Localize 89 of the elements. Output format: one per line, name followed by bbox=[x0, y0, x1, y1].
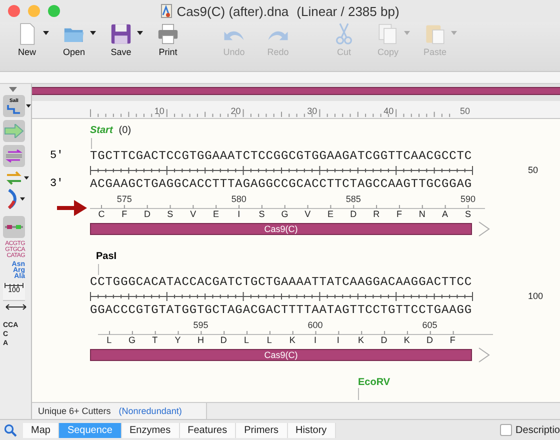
amino-acid: R bbox=[372, 209, 381, 220]
feature-bar[interactable]: Cas9(C) bbox=[90, 223, 472, 235]
amino-acid: I bbox=[312, 335, 318, 346]
double-arrow-icon[interactable] bbox=[5, 304, 27, 310]
view-tab[interactable]: Features bbox=[180, 422, 236, 438]
arc-icon[interactable] bbox=[5, 189, 19, 209]
feature-bar[interactable]: Cas9(C) bbox=[90, 349, 472, 361]
caret-icon[interactable] bbox=[43, 31, 49, 35]
residue-number: 590 bbox=[460, 194, 476, 204]
amino-acid: L bbox=[106, 335, 113, 346]
amino-acid: Y bbox=[174, 335, 182, 346]
amino-acid: L bbox=[243, 335, 250, 346]
amino-acid: S bbox=[464, 209, 472, 220]
search-icon[interactable] bbox=[4, 424, 17, 436]
amino-acid: S bbox=[166, 209, 174, 220]
amino-acid: K bbox=[288, 335, 296, 346]
amino-acid: A bbox=[441, 209, 450, 220]
strand-label: 3′ bbox=[50, 178, 64, 190]
top-strand-sequence[interactable]: CCTGGGCACATACCACGATCTGCTGAAAATTATCAAGGACAAGGACTTCC bbox=[90, 275, 472, 289]
caret-icon[interactable] bbox=[26, 104, 31, 108]
amino-acid: V bbox=[189, 209, 198, 220]
residue-number: 595 bbox=[193, 320, 208, 330]
strands-button[interactable] bbox=[3, 145, 25, 167]
residue-number: 575 bbox=[116, 194, 132, 204]
caret-icon[interactable] bbox=[20, 197, 25, 201]
amino-acid: V bbox=[304, 209, 312, 220]
amino-acid: E bbox=[326, 209, 335, 220]
new-button[interactable]: New bbox=[8, 22, 46, 57]
amino-acid: S bbox=[258, 209, 266, 220]
document-icon bbox=[160, 4, 172, 18]
enzyme-set-tab[interactable]: Unique 6+ Cutters (Nonredundant) bbox=[32, 403, 207, 419]
amino-acid: I bbox=[236, 209, 242, 220]
amino-acid: D bbox=[349, 209, 358, 220]
enzyme-position: (0) bbox=[118, 125, 132, 136]
amino-acid: D bbox=[380, 335, 388, 346]
view-tab[interactable]: Primers bbox=[236, 422, 288, 438]
amino-acid: E bbox=[212, 209, 220, 220]
view-tab[interactable]: Enzymes bbox=[122, 422, 180, 438]
ruler-number: 20 bbox=[230, 106, 241, 116]
residue-number: 580 bbox=[231, 194, 246, 204]
amino-acid: F bbox=[448, 335, 456, 346]
amino-acid: I bbox=[336, 335, 340, 346]
ruler-number: 10 bbox=[153, 106, 164, 116]
window-subtitle: (Linear / 2385 bp) bbox=[296, 4, 400, 18]
printer-icon bbox=[156, 22, 180, 46]
bottom-strand-sequence[interactable]: ACGAAGCTGAGGCACCTTTAGAGGCCGCACCTTCTAGCCAAGTTGCGGAG bbox=[90, 177, 472, 191]
amino-acid: T bbox=[151, 335, 159, 346]
ruler-number: 30 bbox=[306, 106, 318, 116]
amino-acid: G bbox=[127, 335, 136, 346]
amino-acid: G bbox=[280, 209, 290, 220]
amino-acid: H bbox=[196, 335, 205, 346]
residue-number: 605 bbox=[422, 320, 438, 330]
print-button[interactable]: Print bbox=[149, 22, 187, 57]
amino-acid: D bbox=[426, 335, 434, 346]
amino-acid: N bbox=[418, 209, 426, 220]
amino-acid: C bbox=[97, 209, 106, 220]
view-tab[interactable]: History bbox=[288, 422, 336, 438]
caret-icon[interactable] bbox=[90, 31, 96, 35]
caret-icon[interactable] bbox=[24, 176, 29, 180]
strand-label: 5′ bbox=[50, 150, 64, 162]
top-strand-sequence[interactable]: TGCTTCGACTCCGTGGAAATCTCCGGCGTGGAAGATCGGTTCAACGCCTC bbox=[90, 149, 472, 163]
pointer-arrow-icon bbox=[56, 200, 88, 216]
ruler-number: 50 bbox=[458, 106, 470, 116]
scale-bar-icon bbox=[4, 283, 24, 288]
caret-icon[interactable] bbox=[137, 31, 143, 35]
amino-acid: K bbox=[357, 335, 366, 346]
amino-acid: D bbox=[219, 335, 228, 346]
window-title: Cas9(C) (after).dna bbox=[176, 4, 289, 18]
position-number: 100 bbox=[528, 291, 544, 301]
view-tab[interactable]: Map bbox=[23, 422, 60, 438]
amino-acid: F bbox=[120, 209, 128, 220]
amino-acid: F bbox=[395, 209, 403, 220]
feature-map-icon bbox=[4, 223, 24, 231]
enzyme-label[interactable]: PasI bbox=[96, 251, 117, 262]
amino-acid: K bbox=[402, 335, 411, 346]
amino-acid: D bbox=[143, 209, 152, 220]
close-button[interactable] bbox=[8, 5, 20, 17]
save-button[interactable]: Save bbox=[102, 22, 140, 57]
residue-number: 600 bbox=[308, 320, 323, 330]
checkbox-label: Descriptio bbox=[516, 424, 560, 436]
cut-site-icon bbox=[7, 104, 21, 114]
open-button[interactable]: Open bbox=[55, 22, 93, 57]
map-view-button[interactable] bbox=[3, 216, 25, 238]
checkbox[interactable] bbox=[500, 424, 512, 436]
amino-acid: L bbox=[266, 335, 273, 346]
position-number: 50 bbox=[528, 165, 538, 175]
bottom-strand-sequence[interactable]: GGACCCGTGTATGGTGCTAGACGACTTTTAATAGTTCCTGTTCCTGAAGG bbox=[90, 303, 472, 317]
residue-number: 585 bbox=[346, 194, 361, 204]
ruler-number: 40 bbox=[382, 106, 394, 116]
